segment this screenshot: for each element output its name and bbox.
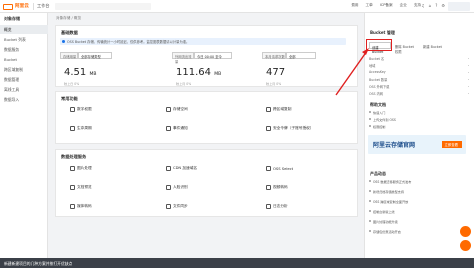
caption-bar: 新建新建项目的几种方案并按打开优缺点 <box>0 258 474 268</box>
annotation-arrow-icon <box>335 48 369 96</box>
